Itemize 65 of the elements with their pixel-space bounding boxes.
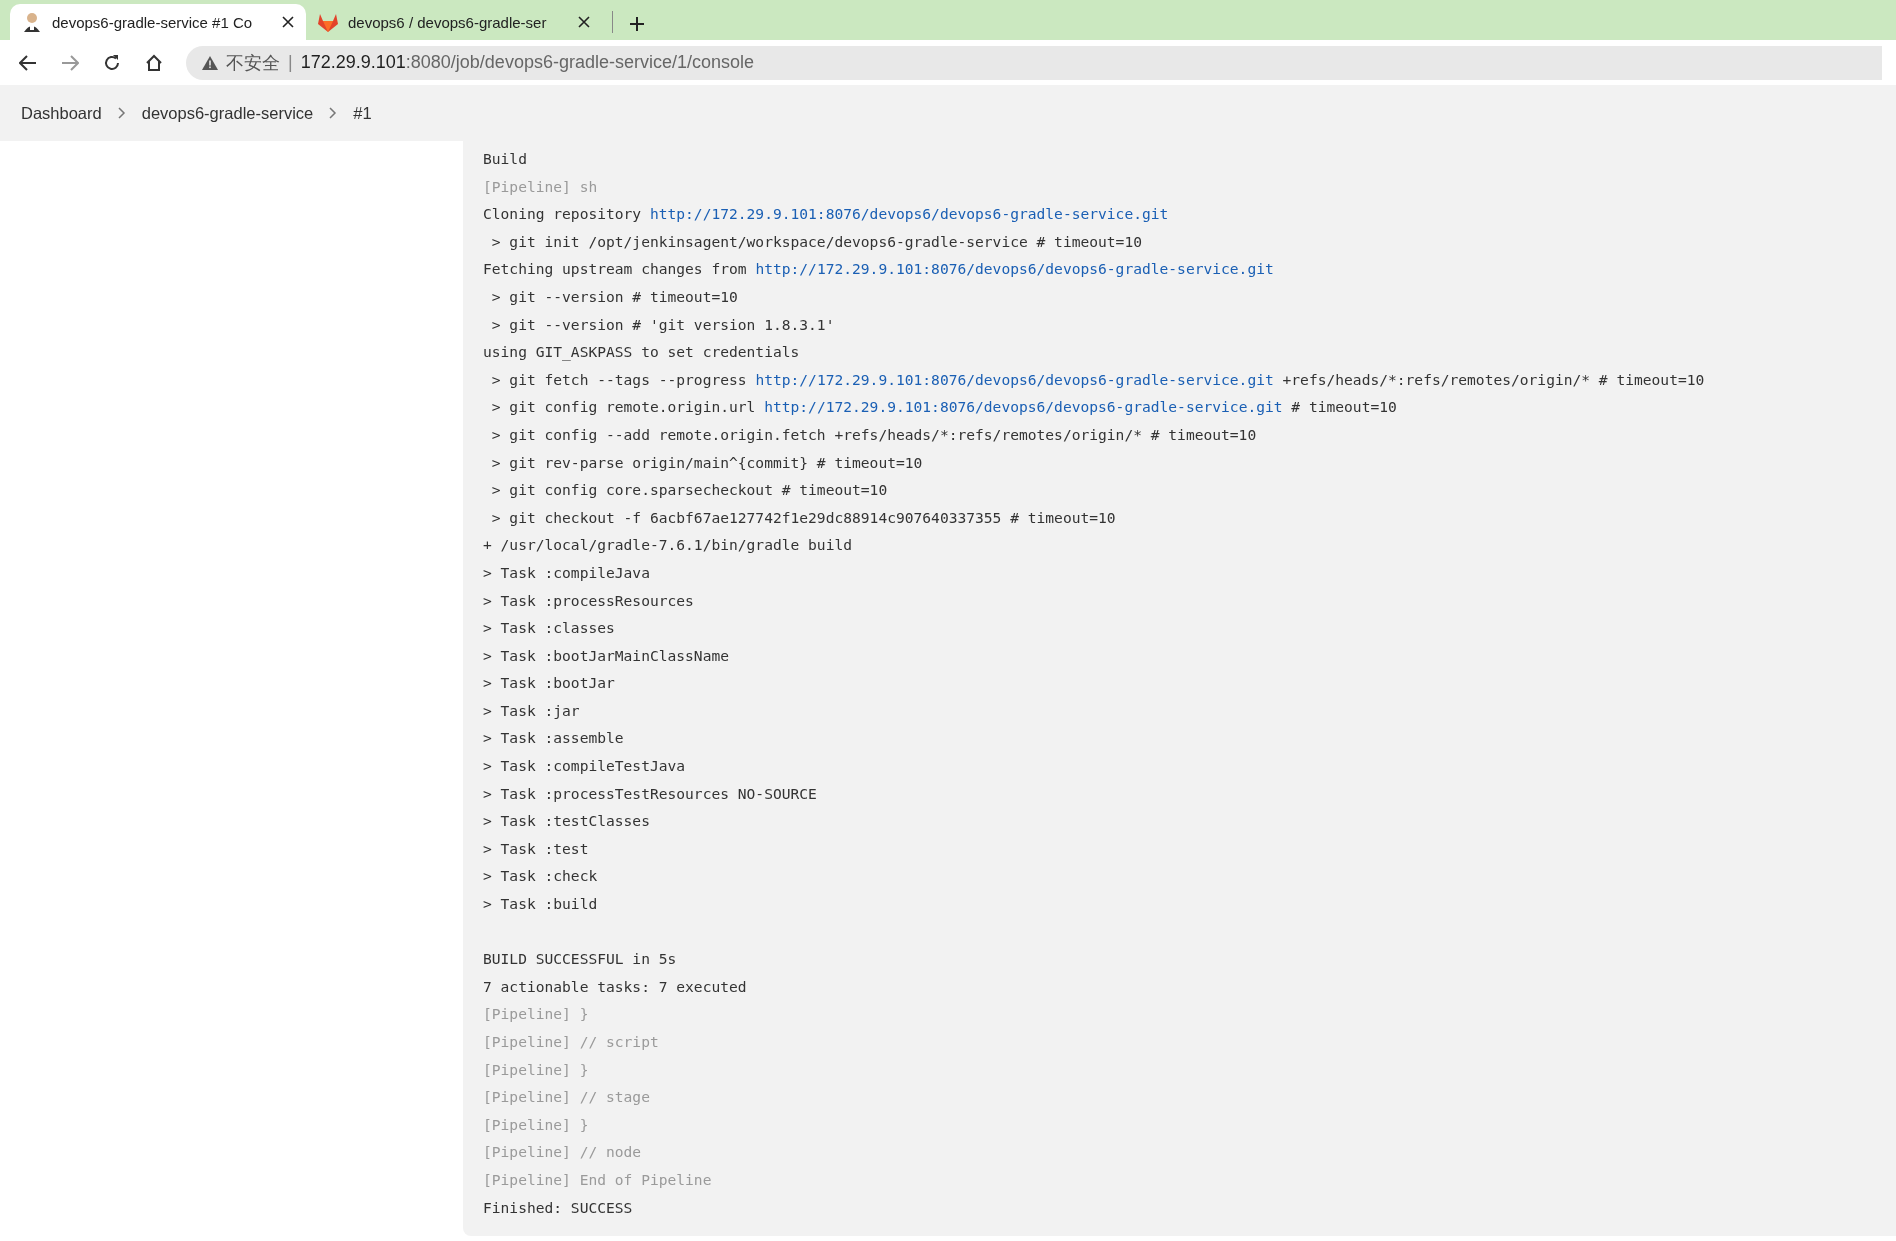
breadcrumb-link[interactable]: devops6-gradle-service (141, 103, 314, 123)
browser-tab[interactable]: devops6-gradle-service #1 Co (10, 4, 306, 40)
chevron-icon (117, 107, 126, 119)
console-text: > git config remote.origin.url (490, 398, 757, 416)
console-line: > Task :build (483, 894, 599, 915)
repository-link[interactable]: http://172.29.9.101:8076/devops6/devops6-gradle-service.git (755, 370, 1274, 388)
console-line: > git --version # timeout=10 (490, 286, 739, 307)
console-line: BUILD SUCCESSFUL in 5s (483, 949, 678, 970)
console-line: [Pipeline] } (483, 1114, 590, 1135)
divider-text: | (288, 52, 293, 73)
url-text: 172.29.9.101:8080/job/devops6-gradle-service/1/console (300, 52, 754, 73)
console-line: [Pipeline] } (483, 1004, 590, 1025)
console-line: [Pipeline] sh (483, 176, 599, 197)
new-tab-icon[interactable] (629, 16, 645, 32)
console-text: Cloning repository (483, 205, 643, 223)
console-line: Finished: SUCCESS (483, 1197, 634, 1218)
forward-icon[interactable] (61, 54, 79, 71)
console-line: > Task :processTestResources NO-SOURCE (483, 783, 818, 804)
console-line: > Task :compileTestJava (483, 756, 687, 777)
fox-head-icon (318, 12, 338, 32)
warning-icon (202, 55, 218, 70)
close-icon[interactable] (578, 16, 590, 28)
person-icon (22, 12, 42, 32)
console-line: > Task :testClasses (483, 811, 651, 832)
chevron-icon (329, 107, 338, 119)
console-line: > git rev-parse origin/main^{commit} # timeout=10 (490, 452, 924, 473)
console-line: > Task :bootJar (483, 673, 616, 694)
console-line: > Task :assemble (483, 728, 625, 749)
repository-link[interactable]: http://172.29.9.101:8076/devops6/devops6-gradle-service.git (764, 398, 1283, 416)
browser-tab[interactable]: devops6 / devops6-gradle-ser (306, 4, 602, 40)
console-line: > Task :processResources (483, 590, 695, 611)
console-line: [Pipeline] // stage (483, 1087, 651, 1108)
console-line: > git config --add remote.origin.fetch +refs/heads/*:refs/remotes/origin/* # timeout=10 (490, 424, 1258, 445)
console-line: > Task :classes (483, 618, 616, 639)
console-line: + /usr/local/gradle-7.6.1/bin/gradle build (483, 535, 854, 556)
back-icon[interactable] (19, 54, 37, 71)
reload-icon[interactable] (103, 53, 121, 72)
console-line: > git checkout -f 6acbf67ae127742f1e29dc88914c907640337355 # timeout=10 (490, 507, 1117, 528)
security-label: 不安全 (226, 51, 280, 75)
console-text: # timeout=10 (1290, 398, 1397, 416)
console-line: 7 actionable tasks: 7 executed (483, 976, 748, 997)
console-line: [Pipeline] End of Pipeline (483, 1169, 713, 1190)
address-field[interactable]: 不安全 | 172.29.9.101:8080/job/devops6-gradle-service/1/console (186, 45, 1882, 80)
home-icon[interactable] (145, 53, 163, 72)
console-line: > Task :compileJava (483, 562, 651, 583)
repository-link[interactable]: http://172.29.9.101:8076/devops6/devops6-gradle-service.git (649, 205, 1169, 223)
console-text: > git fetch --tags --progress (490, 370, 748, 388)
console-line: [Pipeline] // script (483, 1032, 660, 1052)
console-line: > Task :test (483, 838, 590, 859)
console-line: [Pipeline] // node (483, 1142, 643, 1163)
console-line: [Pipeline] } (483, 1059, 590, 1080)
console-line: > Task :check (483, 866, 599, 887)
console-text: +refs/heads/*:refs/remotes/origin/* # timeout=10 (1281, 370, 1705, 388)
console-line: using GIT_ASKPASS to set credentials (483, 342, 801, 363)
console-line: Build (483, 149, 528, 169)
console-line: > Task :bootJarMainClassName (483, 645, 730, 666)
breadcrumb-link[interactable]: #1 (353, 103, 372, 123)
console-line: > git --version # 'git version 1.8.3.1' (490, 314, 836, 335)
repository-link[interactable]: http://172.29.9.101:8076/devops6/devops6-gradle-service.git (755, 260, 1274, 278)
console-line: > git config core.sparsecheckout # timeout=10 (490, 480, 889, 501)
console-line: > git init /opt/jenkinsagent/workspace/devops6-gradle-service # timeout=10 (490, 231, 1143, 252)
console-line: > Task :jar (483, 700, 581, 721)
close-icon[interactable] (282, 16, 294, 28)
console-text: Fetching upstream changes from (483, 260, 748, 278)
breadcrumb-link[interactable]: Dashboard (21, 103, 102, 123)
